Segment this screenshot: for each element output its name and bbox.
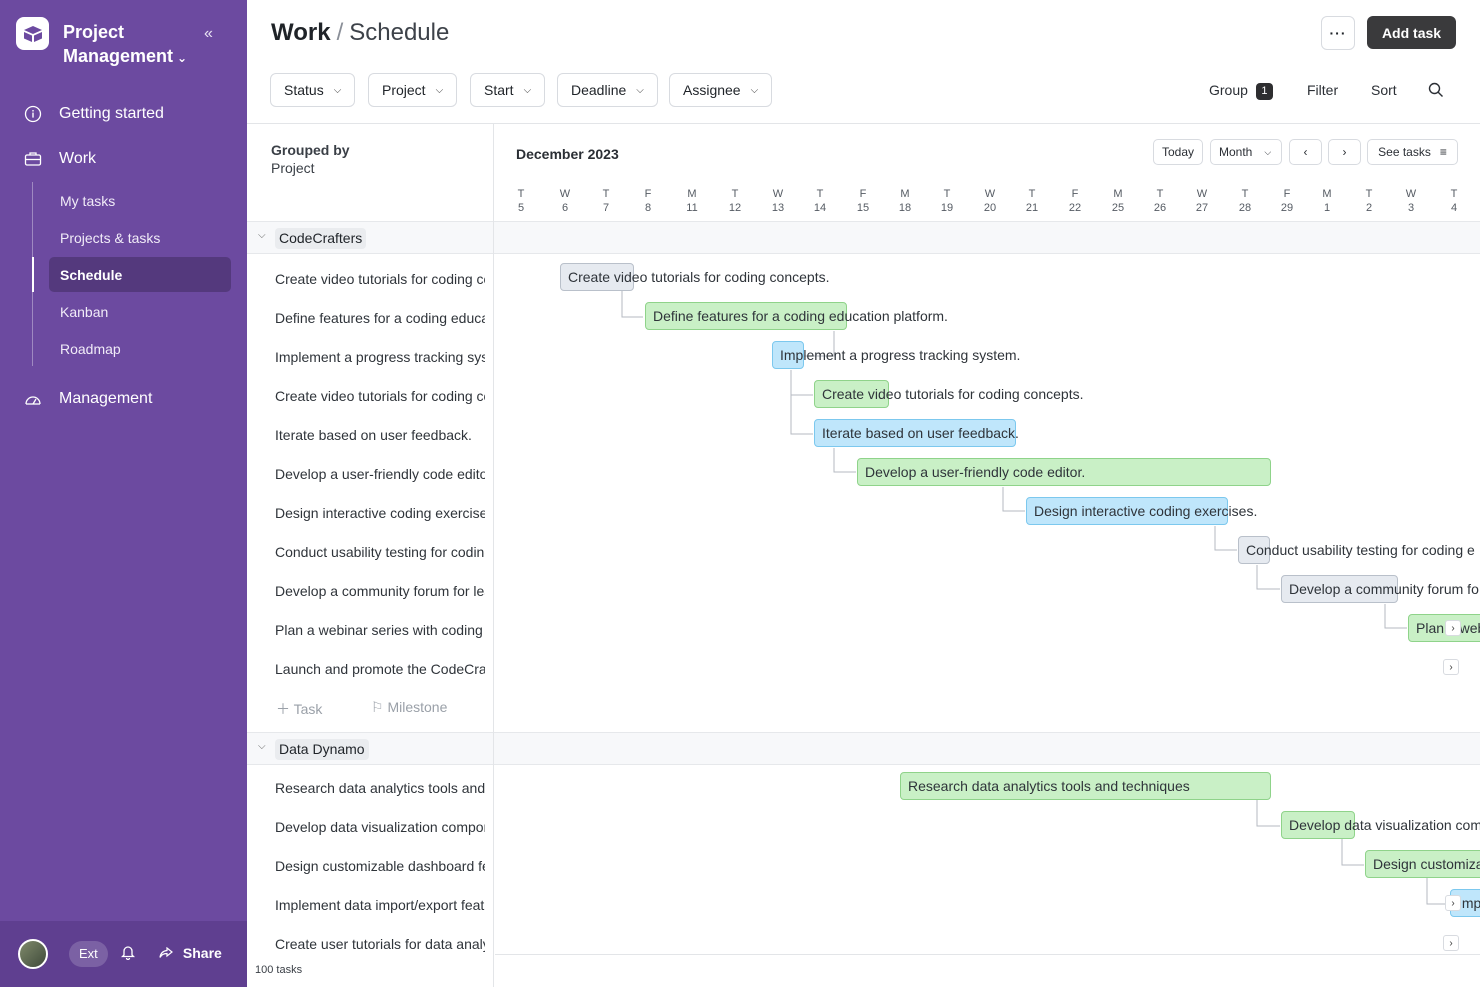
plus-icon: ＋ (276, 701, 290, 717)
breadcrumb-root[interactable]: Work (271, 19, 331, 46)
gantt-bar-label: Create video tutorials for coding concep… (822, 386, 1084, 402)
list-item[interactable]: Develop a community forum for learners. (275, 582, 485, 600)
add-milestone-row[interactable]: ⚐ Milestone (371, 699, 447, 716)
page-title: Schedule (349, 19, 450, 46)
info-icon (23, 105, 43, 123)
subnav-roadmap[interactable]: Roadmap (49, 331, 231, 366)
chevron-down-icon: ⌵ (523, 84, 532, 96)
chevron-right-icon[interactable]: › (1443, 659, 1459, 675)
gantt-bar-label: Develop a user-friendly code editor. (865, 464, 1086, 480)
list-item[interactable]: Develop data visualization components (275, 818, 485, 836)
list-item[interactable]: Design interactive coding exercises. (275, 504, 485, 522)
task-list-pane: Grouped by Project Create video tutorial… (247, 124, 494, 987)
list-item[interactable]: Conduct usability testing for coding exe… (275, 543, 485, 561)
list-item[interactable]: Launch and promote the CodeCrafters plat… (275, 660, 485, 678)
list-item[interactable]: Implement a progress tracking system. (275, 348, 485, 366)
chevron-down-icon: ⌄ (177, 51, 188, 65)
gantt-bar-label: Conduct usability testing for coding e (1246, 542, 1475, 558)
work-subnav: My tasks Projects & tasks Schedule Kanba… (32, 182, 247, 366)
gantt-bar-label: Implement a progress tracking system. (780, 347, 1021, 363)
filter-status[interactable]: Status ⌵ (270, 73, 356, 107)
gantt-bar-label: Design customiza (1373, 856, 1480, 872)
gantt-bar-label: Research data analytics tools and techni… (908, 778, 1190, 794)
list-item[interactable]: Define features for a coding education p… (275, 309, 485, 327)
chevron-right-icon[interactable]: › (1443, 935, 1459, 951)
share-icon (159, 945, 183, 961)
sort-button[interactable]: Sort (1371, 82, 1397, 98)
gantt-bar-label: Design interactive coding exercises. (1034, 503, 1258, 519)
list-item[interactable]: Research data analytics tools and techni… (275, 779, 485, 797)
gantt-bar-label: Develop a community forum fo (1289, 581, 1479, 597)
list-item[interactable]: Develop a user-friendly code editor. (275, 465, 485, 483)
subnav-projects-tasks[interactable]: Projects & tasks (49, 220, 231, 255)
list-item[interactable]: Create video tutorials for coding concep… (275, 387, 485, 405)
chevron-down-icon: ⌵ (435, 84, 444, 96)
gauge-icon (23, 392, 43, 406)
sidebar-footer: Ext Share (0, 921, 247, 987)
chevron-down-icon: ⌵ (750, 84, 759, 96)
list-item[interactable]: Create video tutorials for coding concep… (275, 270, 485, 288)
flag-icon: ⚐ (371, 699, 384, 715)
more-options-button[interactable]: ··· (1321, 16, 1355, 50)
avatar[interactable] (18, 939, 48, 969)
nav-work[interactable]: Work (0, 141, 247, 177)
collapse-sidebar-icon[interactable]: « (204, 25, 213, 43)
chevron-down-icon: ⌵ (636, 84, 644, 96)
task-count: 100 tasks (255, 964, 303, 976)
add-task-button[interactable]: Add task (1367, 16, 1456, 49)
grouped-by: Grouped by Project (271, 142, 350, 176)
nav-management[interactable]: Management (0, 381, 247, 417)
app-title[interactable]: Project Management ⌄ (63, 20, 187, 70)
add-task-row[interactable]: ＋ Task (276, 699, 322, 719)
subnav-schedule[interactable]: Schedule (49, 257, 231, 292)
list-item[interactable]: Create user tutorials for data analysis (275, 935, 485, 953)
briefcase-icon (23, 151, 43, 167)
gantt-bar-label: Develop data visualization com (1289, 817, 1480, 833)
list-item[interactable]: Plan a webinar series with coding expert… (275, 621, 485, 639)
bell-icon[interactable] (120, 944, 136, 964)
filter-project[interactable]: Project ⌵ (368, 73, 458, 107)
nav-getting-started[interactable]: Getting started (0, 96, 247, 132)
footer-divider (495, 954, 1480, 955)
share-button[interactable]: Share (159, 945, 222, 961)
filter-button[interactable]: Filter (1307, 82, 1338, 98)
active-indicator (32, 257, 34, 292)
ext-badge[interactable]: Ext (69, 941, 108, 967)
chevron-right-icon[interactable]: › (1445, 895, 1461, 911)
chevron-down-icon: ⌵ (333, 84, 342, 96)
group-count-badge: 1 (1255, 83, 1273, 100)
app-logo-icon[interactable] (16, 17, 49, 50)
group-button[interactable]: Group 1 (1209, 82, 1273, 100)
subnav-kanban[interactable]: Kanban (49, 294, 231, 329)
subnav-my-tasks[interactable]: My tasks (49, 183, 231, 218)
filter-assignee[interactable]: Assignee ⌵ (669, 73, 773, 107)
gantt-bar-label: Iterate based on user feedback. (822, 425, 1019, 441)
list-item[interactable]: Design customizable dashboard features (275, 857, 485, 875)
search-icon[interactable] (1428, 82, 1444, 101)
gantt-bar-label: Create video tutorials for coding concep… (568, 269, 830, 285)
gantt-timeline: December 2023 Today Month ⌵ ‹ › See tasks… (495, 124, 1480, 987)
filter-start[interactable]: Start ⌵ (470, 73, 546, 107)
list-item[interactable]: Implement data import/export features (275, 896, 485, 914)
list-item[interactable]: Iterate based on user feedback. (275, 426, 485, 444)
filter-deadline[interactable]: Deadline ⌵ (557, 73, 658, 107)
breadcrumb: Work / Schedule (271, 19, 450, 46)
gantt-bar-label: Define features for a coding education p… (653, 308, 948, 324)
sidebar: Project Management ⌄ « Getting started Wo… (0, 0, 247, 987)
chevron-right-icon[interactable]: › (1445, 620, 1461, 636)
gantt-bar-label: Imp (1458, 895, 1480, 911)
